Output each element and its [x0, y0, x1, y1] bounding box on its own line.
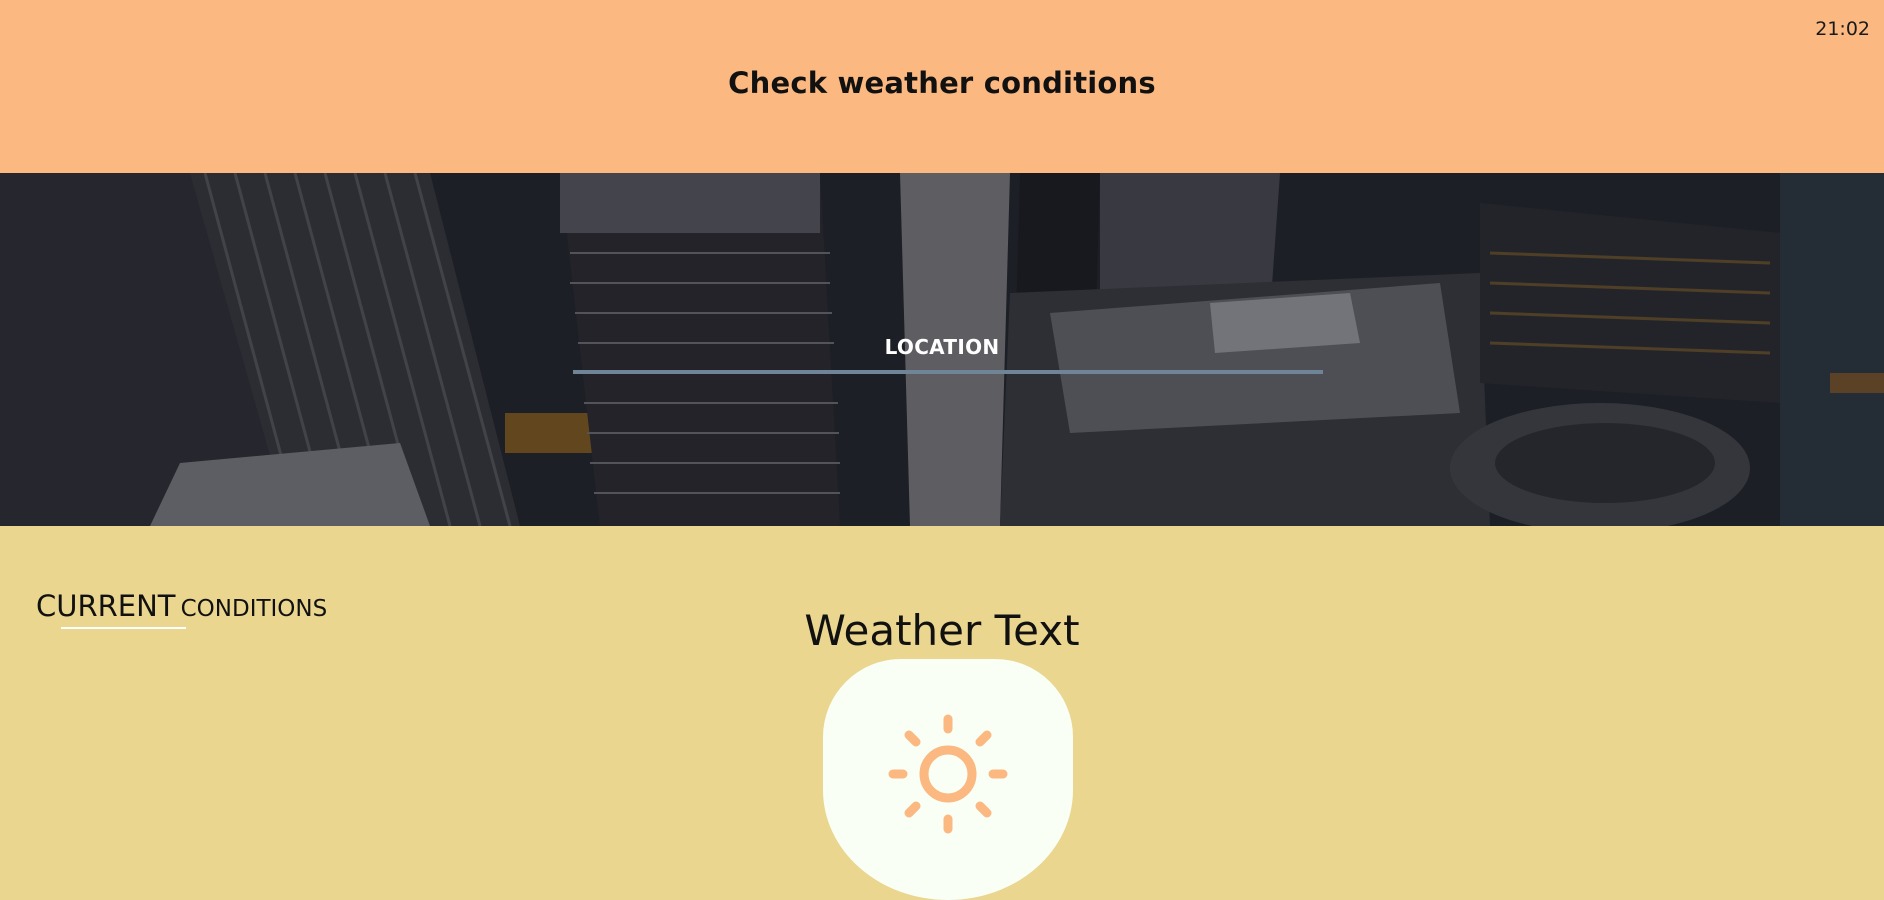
current-conditions-section: CURRENT CONDITIONS Weather Text [0, 526, 1884, 900]
location-label: LOCATION [884, 335, 1000, 359]
page-title: Check weather conditions [728, 66, 1156, 100]
clock-time: 21:02 [1815, 18, 1870, 40]
app-header: 21:02 Check weather conditions [0, 0, 1884, 173]
weather-icon-card [823, 659, 1073, 900]
location-input[interactable] [573, 370, 1323, 374]
hero-banner: LOCATION [0, 173, 1884, 526]
weather-text: Weather Text [804, 606, 1080, 655]
sun-icon [888, 714, 1008, 834]
